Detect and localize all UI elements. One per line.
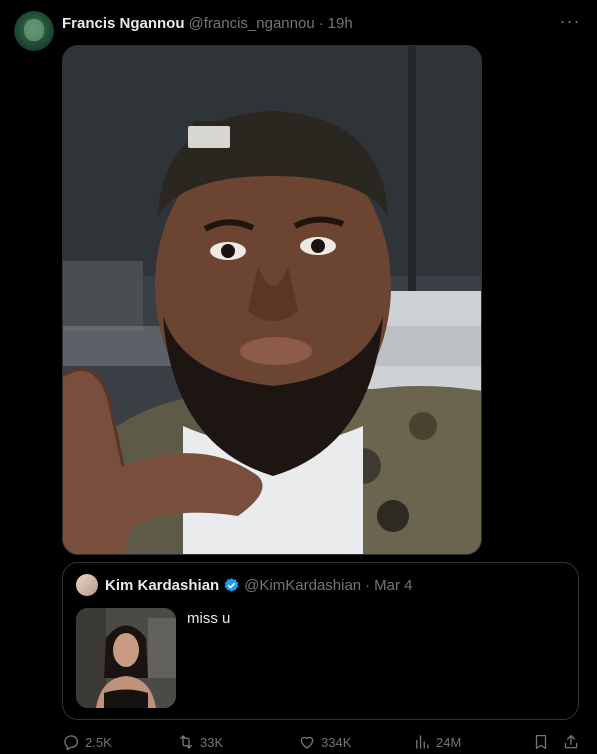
more-options-icon[interactable]: ···	[559, 10, 581, 32]
quoted-tweet-date[interactable]: Mar 4	[374, 577, 412, 594]
verified-badge-icon	[224, 578, 239, 592]
tweet-header: Francis Ngannou @francis_ngannou · 19h	[62, 12, 577, 34]
quoted-author-handle[interactable]: @KimKardashian	[244, 577, 361, 594]
quoted-tweet[interactable]: Kim Kardashian @KimKardashian · Mar 4 mi…	[62, 562, 579, 720]
bookmark-button[interactable]	[532, 733, 555, 751]
tweet-actions: 2.5K 33K 334K 24M	[62, 731, 587, 753]
like-icon	[300, 736, 314, 749]
retweet-count: 33K	[200, 734, 224, 750]
like-count: 334K	[321, 734, 352, 750]
quoted-tweet-header: Kim Kardashian @KimKardashian · Mar 4	[105, 577, 413, 594]
views-button[interactable]: 24M	[413, 733, 461, 751]
quoted-tweet-text: miss u	[187, 610, 231, 627]
retweet-icon	[180, 735, 192, 749]
author-handle[interactable]: @francis_ngannou	[189, 15, 315, 32]
quoted-author-name[interactable]: Kim Kardashian	[105, 577, 219, 594]
bookmark-icon	[535, 734, 547, 750]
separator-dot: ·	[365, 577, 371, 594]
reply-count: 2.5K	[85, 734, 112, 750]
selfie-photo	[63, 46, 481, 554]
share-icon	[564, 734, 578, 749]
views-icon	[416, 735, 429, 749]
reply-button[interactable]: 2.5K	[62, 733, 112, 751]
reply-icon	[64, 735, 79, 751]
tweet-media-image[interactable]	[62, 45, 482, 555]
quoted-tweet-image[interactable]	[76, 608, 176, 708]
views-count: 24M	[436, 734, 462, 750]
like-button[interactable]: 334K	[298, 733, 351, 751]
tweet-time[interactable]: 19h	[328, 15, 353, 32]
retweet-button[interactable]: 33K	[177, 733, 223, 751]
portrait-photo	[76, 608, 176, 708]
quoted-author-avatar[interactable]	[76, 574, 98, 596]
share-button[interactable]	[562, 733, 585, 751]
author-avatar[interactable]	[14, 11, 54, 51]
separator-dot: ·	[318, 14, 324, 32]
author-display-name[interactable]: Francis Ngannou	[62, 15, 185, 32]
